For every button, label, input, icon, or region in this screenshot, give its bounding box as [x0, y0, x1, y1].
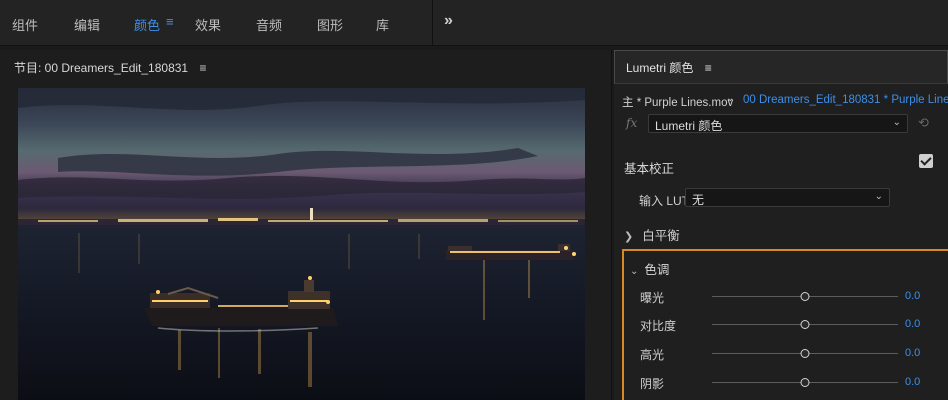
lumetri-title: Lumetri 颜色 ≡	[626, 59, 712, 76]
input-lut-select[interactable]: 无 ⌄	[685, 188, 890, 207]
slider-label: 阴影	[640, 377, 665, 391]
input-lut-value: 无	[692, 193, 705, 207]
contrast-slider-track[interactable]	[712, 320, 898, 329]
reset-icon[interactable]: ⟲	[918, 115, 929, 131]
exposure-slider-thumb[interactable]	[800, 292, 810, 301]
clip-selector-row: 主 * Purple Lines.mov ⌄ 00 Dreamers_Edit_…	[614, 92, 948, 112]
more-workspaces-icon[interactable]: »	[444, 12, 453, 30]
fx-icon[interactable]: fx	[626, 116, 637, 130]
program-monitor-panel: 节目: 00 Dreamers_Edit_180831 ≡	[0, 50, 612, 400]
exposure-slider-row: 曝光 0.0	[624, 287, 948, 307]
tab-assembly[interactable]: 组件	[12, 15, 38, 34]
shadows-slider-thumb[interactable]	[800, 378, 810, 387]
video-preview[interactable]	[18, 88, 585, 400]
sequence-clip-label[interactable]: 00 Dreamers_Edit_180831 * Purple Lines..…	[743, 94, 948, 106]
tab-effects[interactable]: 效果	[195, 15, 221, 34]
slider-label: 对比度	[640, 319, 677, 333]
tone-title: 色调	[644, 263, 670, 277]
lumetri-title-text: Lumetri 颜色	[626, 61, 694, 75]
tone-section: ⌄ 色调 曝光 0.0 对比度 0.0 高光 0.0 阴影 0.0	[622, 249, 948, 400]
white-balance-section[interactable]: ❯ 白平衡	[624, 225, 680, 244]
basic-correction-header[interactable]: 基本校正	[624, 158, 674, 177]
lumetri-color-panel: Lumetri 颜色 ≡ 主 * Purple Lines.mov ⌄ 00 D…	[614, 50, 948, 400]
white-balance-title: 白平衡	[642, 229, 680, 243]
lumetri-header: Lumetri 颜色 ≡	[614, 50, 948, 84]
tab-color[interactable]: 颜色	[134, 15, 160, 34]
effect-row: fx Lumetri 颜色 ⌄ ⟲	[614, 113, 948, 135]
tab-libraries[interactable]: 库	[376, 15, 389, 34]
highlights-value[interactable]: 0.0	[905, 347, 920, 359]
highlights-slider-track[interactable]	[712, 349, 898, 358]
slider-label: 曝光	[640, 291, 665, 305]
chevron-right-icon: ❯	[624, 231, 634, 243]
exposure-value[interactable]: 0.0	[905, 290, 920, 302]
divider	[432, 0, 433, 46]
chevron-down-icon: ⌄	[874, 191, 883, 202]
chevron-down-icon[interactable]: ⌄	[726, 93, 734, 104]
shadows-value[interactable]: 0.0	[905, 376, 920, 388]
tone-header[interactable]: ⌄ 色调	[630, 259, 669, 278]
tab-audio[interactable]: 音频	[256, 15, 282, 34]
master-clip-label[interactable]: 主 * Purple Lines.mov	[622, 94, 733, 110]
effect-select[interactable]: Lumetri 颜色 ⌄	[648, 114, 908, 133]
contrast-slider-thumb[interactable]	[800, 320, 810, 329]
highlights-slider-row: 高光 0.0	[624, 344, 948, 364]
contrast-value[interactable]: 0.0	[905, 318, 920, 330]
program-monitor-title: 节目: 00 Dreamers_Edit_180831 ≡	[14, 59, 206, 76]
workspace-bar: 组件 编辑 颜色 ≡ 效果 音频 图形 库 »	[0, 0, 948, 46]
chevron-down-icon: ⌄	[892, 117, 901, 128]
panel-menu-icon[interactable]: ≡	[199, 61, 206, 75]
chevron-down-icon: ⌄	[630, 266, 639, 277]
input-lut-label: 输入 LUT	[639, 194, 690, 208]
effect-select-value: Lumetri 颜色	[655, 119, 723, 133]
tab-graphics[interactable]: 图形	[317, 15, 343, 34]
panel-menu-icon[interactable]: ≡	[705, 61, 712, 75]
highlights-slider-thumb[interactable]	[800, 349, 810, 358]
contrast-slider-row: 对比度 0.0	[624, 315, 948, 335]
tab-editing[interactable]: 编辑	[74, 15, 100, 34]
shadows-slider-row: 阴影 0.0	[624, 373, 948, 393]
video-frame-image	[18, 88, 585, 400]
color-workspace-menu-icon[interactable]: ≡	[166, 14, 174, 29]
slider-label: 高光	[640, 348, 665, 362]
shadows-slider-track[interactable]	[712, 378, 898, 387]
program-monitor-title-text: 节目: 00 Dreamers_Edit_180831	[14, 61, 189, 75]
exposure-slider-track[interactable]	[712, 292, 898, 301]
basic-correction-checkbox[interactable]	[919, 154, 933, 168]
